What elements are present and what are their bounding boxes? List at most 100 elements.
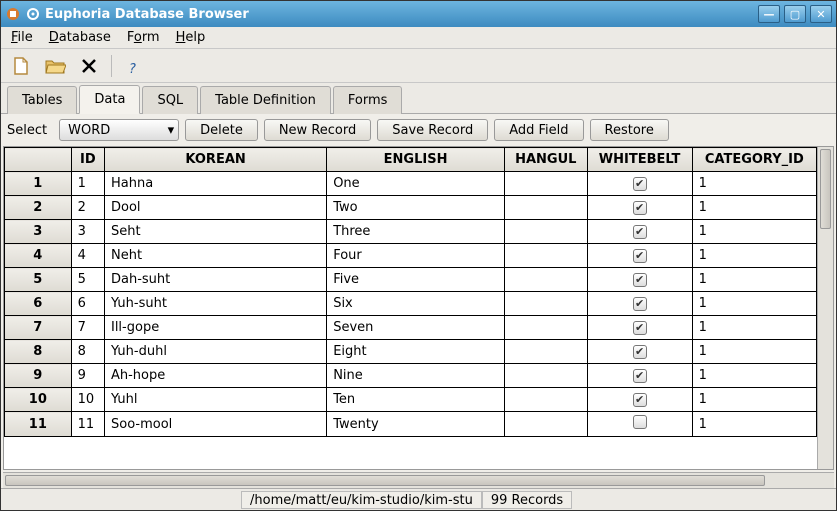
table-row[interactable]: 77Ill-gopeSeven✔1 bbox=[5, 316, 817, 340]
cell-category[interactable]: 1 bbox=[692, 412, 816, 437]
row-number[interactable]: 5 bbox=[5, 268, 72, 292]
row-number[interactable]: 2 bbox=[5, 196, 72, 220]
cell-hangul[interactable] bbox=[504, 268, 587, 292]
cell-id[interactable]: 9 bbox=[71, 364, 104, 388]
cell-id[interactable]: 1 bbox=[71, 172, 104, 196]
checkbox-icon[interactable]: ✔ bbox=[633, 321, 647, 335]
cell-english[interactable]: Four bbox=[327, 244, 505, 268]
cell-whitebelt[interactable]: ✔ bbox=[587, 268, 692, 292]
cell-korean[interactable]: Neht bbox=[104, 244, 326, 268]
cell-hangul[interactable] bbox=[504, 340, 587, 364]
cell-korean[interactable]: Ill-gope bbox=[104, 316, 326, 340]
cell-english[interactable]: Three bbox=[327, 220, 505, 244]
new-file-icon[interactable] bbox=[9, 54, 33, 78]
cell-hangul[interactable] bbox=[504, 388, 587, 412]
row-number[interactable]: 10 bbox=[5, 388, 72, 412]
col-rownum[interactable] bbox=[5, 148, 72, 172]
cell-whitebelt[interactable]: ✔ bbox=[587, 388, 692, 412]
cell-category[interactable]: 1 bbox=[692, 292, 816, 316]
cell-hangul[interactable] bbox=[504, 316, 587, 340]
tab-sql[interactable]: SQL bbox=[142, 86, 198, 114]
table-row[interactable]: 1010YuhlTen✔1 bbox=[5, 388, 817, 412]
cell-id[interactable]: 6 bbox=[71, 292, 104, 316]
col-id[interactable]: ID bbox=[71, 148, 104, 172]
cell-category[interactable]: 1 bbox=[692, 340, 816, 364]
cell-english[interactable]: Twenty bbox=[327, 412, 505, 437]
cell-korean[interactable]: Ah-hope bbox=[104, 364, 326, 388]
cell-korean[interactable]: Yuh-duhl bbox=[104, 340, 326, 364]
cell-english[interactable]: Seven bbox=[327, 316, 505, 340]
cell-whitebelt[interactable]: ✔ bbox=[587, 172, 692, 196]
col-category[interactable]: CATEGORY_ID bbox=[692, 148, 816, 172]
col-english[interactable]: ENGLISH bbox=[327, 148, 505, 172]
checkbox-icon[interactable] bbox=[633, 415, 647, 429]
cell-korean[interactable]: Hahna bbox=[104, 172, 326, 196]
horizontal-scrollbar[interactable] bbox=[3, 472, 834, 488]
scrollbar-thumb[interactable] bbox=[5, 475, 765, 486]
cell-whitebelt[interactable] bbox=[587, 412, 692, 437]
checkbox-icon[interactable]: ✔ bbox=[633, 345, 647, 359]
row-number[interactable]: 3 bbox=[5, 220, 72, 244]
cell-category[interactable]: 1 bbox=[692, 268, 816, 292]
cell-english[interactable]: Nine bbox=[327, 364, 505, 388]
tab-data[interactable]: Data bbox=[79, 85, 140, 114]
titlebar[interactable]: Euphoria Database Browser — ▢ ✕ bbox=[1, 1, 836, 27]
minimize-button[interactable]: — bbox=[758, 5, 780, 23]
checkbox-icon[interactable]: ✔ bbox=[633, 201, 647, 215]
cell-category[interactable]: 1 bbox=[692, 244, 816, 268]
cell-english[interactable]: Eight bbox=[327, 340, 505, 364]
checkbox-icon[interactable]: ✔ bbox=[633, 369, 647, 383]
cell-id[interactable]: 3 bbox=[71, 220, 104, 244]
cell-hangul[interactable] bbox=[504, 244, 587, 268]
cell-category[interactable]: 1 bbox=[692, 196, 816, 220]
cell-english[interactable]: Ten bbox=[327, 388, 505, 412]
cell-korean[interactable]: Yuhl bbox=[104, 388, 326, 412]
cell-id[interactable]: 11 bbox=[71, 412, 104, 437]
help-icon[interactable]: ? bbox=[122, 54, 146, 78]
cell-korean[interactable]: Soo-mool bbox=[104, 412, 326, 437]
cell-id[interactable]: 10 bbox=[71, 388, 104, 412]
col-hangul[interactable]: HANGUL bbox=[504, 148, 587, 172]
open-folder-icon[interactable] bbox=[43, 54, 67, 78]
cell-english[interactable]: Two bbox=[327, 196, 505, 220]
table-row[interactable]: 22DoolTwo✔1 bbox=[5, 196, 817, 220]
table-select[interactable]: WORD ▾ bbox=[59, 119, 179, 141]
cell-whitebelt[interactable]: ✔ bbox=[587, 340, 692, 364]
cell-hangul[interactable] bbox=[504, 172, 587, 196]
tab-forms[interactable]: Forms bbox=[333, 86, 403, 114]
col-korean[interactable]: KOREAN bbox=[104, 148, 326, 172]
cell-category[interactable]: 1 bbox=[692, 316, 816, 340]
cell-category[interactable]: 1 bbox=[692, 388, 816, 412]
tab-tables[interactable]: Tables bbox=[7, 86, 77, 114]
table-row[interactable]: 99Ah-hopeNine✔1 bbox=[5, 364, 817, 388]
vertical-scrollbar[interactable] bbox=[817, 147, 833, 469]
cell-whitebelt[interactable]: ✔ bbox=[587, 196, 692, 220]
tab-tabledef[interactable]: Table Definition bbox=[200, 86, 331, 114]
menu-file[interactable]: File bbox=[7, 28, 37, 47]
checkbox-icon[interactable]: ✔ bbox=[633, 177, 647, 191]
table-row[interactable]: 44NehtFour✔1 bbox=[5, 244, 817, 268]
menu-database[interactable]: Database bbox=[45, 28, 115, 47]
cell-whitebelt[interactable]: ✔ bbox=[587, 244, 692, 268]
restore-button[interactable]: Restore bbox=[590, 119, 669, 141]
cell-id[interactable]: 5 bbox=[71, 268, 104, 292]
cell-hangul[interactable] bbox=[504, 220, 587, 244]
menu-help[interactable]: Help bbox=[172, 28, 210, 47]
cell-korean[interactable]: Dah-suht bbox=[104, 268, 326, 292]
table-row[interactable]: 55Dah-suhtFive✔1 bbox=[5, 268, 817, 292]
cell-hangul[interactable] bbox=[504, 412, 587, 437]
cell-english[interactable]: Five bbox=[327, 268, 505, 292]
cell-english[interactable]: One bbox=[327, 172, 505, 196]
row-number[interactable]: 6 bbox=[5, 292, 72, 316]
cell-korean[interactable]: Dool bbox=[104, 196, 326, 220]
checkbox-icon[interactable]: ✔ bbox=[633, 249, 647, 263]
cell-whitebelt[interactable]: ✔ bbox=[587, 316, 692, 340]
row-number[interactable]: 4 bbox=[5, 244, 72, 268]
delete-button[interactable]: Delete bbox=[185, 119, 258, 141]
maximize-button[interactable]: ▢ bbox=[784, 5, 806, 23]
scrollbar-thumb[interactable] bbox=[820, 149, 831, 229]
close-button[interactable]: ✕ bbox=[810, 5, 832, 23]
row-number[interactable]: 8 bbox=[5, 340, 72, 364]
save-record-button[interactable]: Save Record bbox=[377, 119, 488, 141]
menu-form[interactable]: Form bbox=[123, 28, 164, 47]
